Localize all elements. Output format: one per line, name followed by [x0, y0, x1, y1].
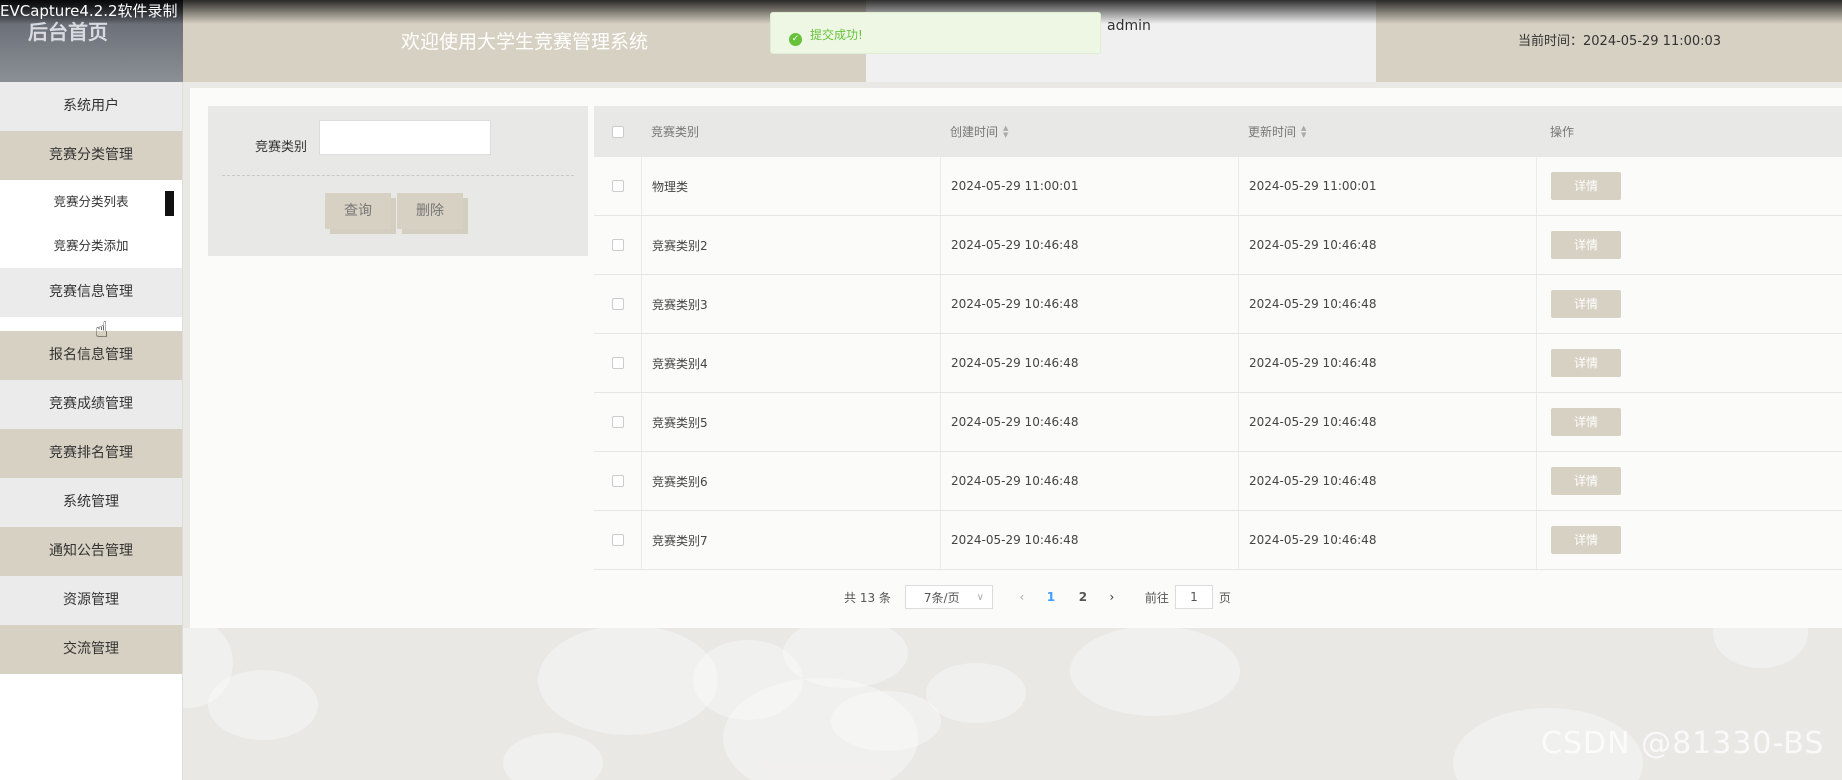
sidebar-sub-category-list[interactable]: 竞赛分类列表: [0, 180, 182, 224]
detail-button[interactable]: 详情: [1551, 467, 1621, 495]
page-number[interactable]: 1: [1035, 590, 1067, 604]
category-search-input[interactable]: [319, 120, 491, 155]
detail-button[interactable]: 详情: [1551, 290, 1621, 318]
cell-created: 2024-05-29 11:00:01: [951, 179, 1079, 193]
column-header-created[interactable]: 创建时间: [950, 123, 998, 140]
prev-page-icon[interactable]: ‹: [1009, 590, 1035, 604]
row-checkbox[interactable]: [611, 180, 624, 192]
sidebar-item-rankings[interactable]: 竞赛排名管理: [0, 429, 182, 478]
success-toast: ✓ 提交成功!: [770, 12, 1101, 54]
cell-created: 2024-05-29 10:46:48: [951, 533, 1079, 547]
csdn-watermark: CSDN @81330-BS: [1541, 726, 1825, 761]
cell-type: 竞赛类别4: [652, 356, 708, 371]
sidebar-item-registration[interactable]: 报名信息管理: [0, 331, 182, 380]
page-size-value: 7条/页: [923, 590, 960, 605]
cell-created: 2024-05-29 10:46:48: [951, 474, 1079, 488]
sidebar-item-resources[interactable]: 资源管理: [0, 576, 182, 625]
page-number[interactable]: 2: [1067, 590, 1099, 604]
cell-type: 竞赛类别7: [652, 533, 708, 548]
table-row: 竞赛类别3 2024-05-29 10:46:48 2024-05-29 10:46…: [594, 275, 1842, 334]
goto-prefix: 前往: [1144, 590, 1169, 605]
chevron-down-icon: ∨: [976, 591, 984, 603]
divider: [222, 175, 574, 176]
detail-button[interactable]: 详情: [1551, 408, 1621, 436]
sidebar-item-scores[interactable]: 竞赛成绩管理: [0, 380, 182, 429]
detail-button[interactable]: 详情: [1551, 349, 1621, 377]
sidebar-gap: [0, 317, 182, 331]
toast-text: 提交成功!: [810, 28, 863, 42]
hand-cursor-icon: ☝: [95, 318, 109, 343]
table-row: 竞赛类别7 2024-05-29 10:46:48 2024-05-29 10:46…: [594, 511, 1842, 570]
cell-type: 竞赛类别6: [652, 474, 708, 489]
cell-type: 物理类: [652, 179, 689, 194]
system-title: 欢迎使用大学生竞赛管理系统: [183, 0, 866, 82]
goto-page: 前往 1 页: [1145, 585, 1231, 609]
column-header-type: 竞赛类别: [651, 125, 700, 139]
cell-updated: 2024-05-29 10:46:48: [1249, 474, 1377, 488]
cell-updated: 2024-05-29 10:46:48: [1249, 533, 1377, 547]
table-row: 竞赛类别2 2024-05-29 10:46:48 2024-05-29 10:46…: [594, 216, 1842, 275]
filter-label: 竞赛类别: [255, 140, 308, 155]
next-page-icon[interactable]: ›: [1099, 590, 1125, 604]
cell-updated: 2024-05-29 10:46:48: [1249, 415, 1377, 429]
goto-suffix: 页: [1218, 590, 1231, 605]
page-size-select[interactable]: 7条/页 ∨: [904, 585, 993, 609]
current-time: 当前时间：2024-05-29 11:00:03: [1376, 0, 1842, 82]
cell-type: 竞赛类别3: [652, 297, 708, 312]
query-button[interactable]: 查询: [325, 193, 391, 229]
sidebar-item-system-users[interactable]: 系统用户: [0, 82, 182, 131]
sort-icon[interactable]: ▲ ▼: [1301, 124, 1306, 139]
cell-updated: 2024-05-29 10:46:48: [1249, 238, 1377, 252]
pagination: 共 13 条 7条/页 ∨ ‹ 1 2 › 前往 1 页: [844, 584, 1231, 610]
goto-page-input[interactable]: 1: [1174, 585, 1213, 609]
current-user[interactable]: admin: [1107, 18, 1151, 34]
cell-type: 竞赛类别2: [652, 238, 708, 253]
row-checkbox[interactable]: [611, 357, 624, 369]
table-row: 竞赛类别4 2024-05-29 10:46:48 2024-05-29 10:46…: [594, 334, 1842, 393]
sidebar-sub-label: 竞赛分类列表: [53, 194, 129, 209]
sidebar-item-system-management[interactable]: 系统管理: [0, 478, 182, 527]
sort-icon[interactable]: ▲ ▼: [1003, 124, 1008, 139]
sidebar-item-competition-info[interactable]: 竞赛信息管理: [0, 268, 182, 317]
sidebar-sub-category-add[interactable]: 竞赛分类添加: [0, 224, 182, 268]
row-checkbox[interactable]: [611, 298, 624, 310]
category-table: 竞赛类别 创建时间 ▲ ▼ 更新时间 ▲ ▼ 操作 物理类 2024-05-29 11:0…: [594, 106, 1842, 570]
sidebar: 系统用户 竞赛分类管理 竞赛分类列表 竞赛分类添加 竞赛信息管理 报名信息管理 …: [0, 82, 183, 780]
cell-created: 2024-05-29 10:46:48: [951, 297, 1079, 311]
check-circle-icon: ✓: [789, 33, 802, 46]
recorder-watermark: EVCapture4.2.2软件录制: [0, 2, 178, 20]
table-row: 竞赛类别6 2024-05-29 10:46:48 2024-05-29 10:46…: [594, 452, 1842, 511]
sidebar-item-category-management[interactable]: 竞赛分类管理: [0, 131, 182, 180]
sidebar-item-exchange[interactable]: 交流管理: [0, 625, 182, 674]
delete-button[interactable]: 删除: [397, 193, 463, 229]
filter-panel: 竞赛类别 查询 删除: [208, 106, 588, 256]
row-checkbox[interactable]: [611, 239, 624, 251]
detail-button[interactable]: 详情: [1551, 526, 1621, 554]
table-row: 物理类 2024-05-29 11:00:01 2024-05-29 11:00:0…: [594, 157, 1842, 216]
cell-created: 2024-05-29 10:46:48: [951, 238, 1079, 252]
cell-updated: 2024-05-29 10:46:48: [1249, 297, 1377, 311]
table-header: 竞赛类别 创建时间 ▲ ▼ 更新时间 ▲ ▼ 操作: [594, 106, 1842, 157]
cell-created: 2024-05-29 10:46:48: [951, 415, 1079, 429]
sidebar-item-announcements[interactable]: 通知公告管理: [0, 527, 182, 576]
detail-button[interactable]: 详情: [1551, 172, 1621, 200]
row-checkbox[interactable]: [611, 534, 624, 546]
main-panel: 竞赛类别 查询 删除 竞赛类别 创建时间 ▲ ▼ 更新时间 ▲ ▼ 操作 物理类 2024…: [190, 88, 1842, 628]
active-marker: [165, 191, 174, 216]
select-all-checkbox[interactable]: [611, 125, 624, 138]
cell-updated: 2024-05-29 11:00:01: [1249, 179, 1377, 193]
pagination-total: 共 13 条: [844, 590, 891, 605]
row-checkbox[interactable]: [611, 416, 624, 428]
cell-updated: 2024-05-29 10:46:48: [1249, 356, 1377, 370]
table-row: 竞赛类别5 2024-05-29 10:46:48 2024-05-29 10:46…: [594, 393, 1842, 452]
detail-button[interactable]: 详情: [1551, 231, 1621, 259]
column-header-actions: 操作: [1550, 125, 1575, 139]
column-header-updated[interactable]: 更新时间: [1248, 123, 1296, 140]
row-checkbox[interactable]: [611, 475, 624, 487]
cell-type: 竞赛类别5: [652, 415, 708, 430]
cell-created: 2024-05-29 10:46:48: [951, 356, 1079, 370]
